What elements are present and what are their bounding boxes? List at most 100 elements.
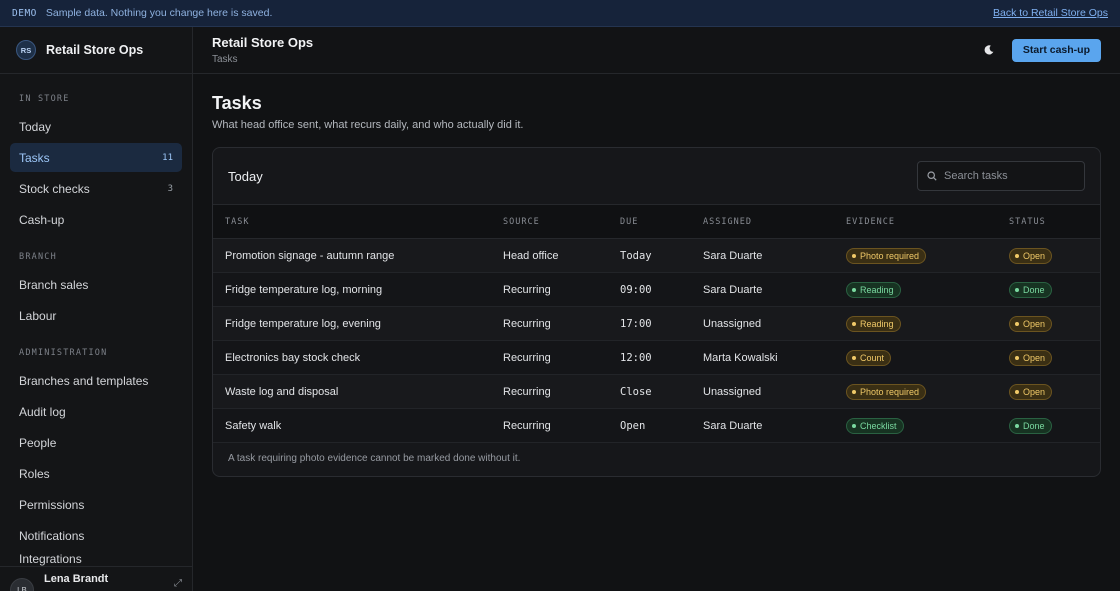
- user-profile[interactable]: LB Lena Brandt ⤢: [0, 566, 192, 591]
- task-cell: Safety walk: [225, 419, 282, 432]
- sidebar-item-label: Today: [19, 119, 52, 134]
- sidebar-item-notifications[interactable]: Notifications: [10, 521, 182, 550]
- sidebar-item-stock-checks[interactable]: Stock checks 3: [10, 174, 182, 203]
- evidence-cell: Reading: [834, 307, 997, 341]
- nav-section-heading: BRANCH: [19, 252, 57, 262]
- table-row[interactable]: Promotion signage - autumn range Head off…: [213, 238, 1100, 273]
- card-title: Today: [228, 168, 263, 184]
- status-dot-icon: [852, 355, 856, 360]
- brand-avatar: RS: [16, 40, 36, 60]
- evidence-badge: Checklist: [846, 417, 904, 434]
- status-badge: Done: [1009, 281, 1052, 298]
- sidebar-item-permissions[interactable]: Permissions: [10, 490, 182, 519]
- sidebar-item-labour[interactable]: Labour: [10, 301, 182, 330]
- sidebar-item-label: Stock checks: [19, 181, 90, 196]
- status-label: Open: [1023, 352, 1046, 363]
- sidebar-item-roles[interactable]: Roles: [10, 459, 182, 488]
- search-box[interactable]: [917, 161, 1085, 191]
- status-dot-icon: [852, 287, 856, 292]
- sidebar-item-tasks[interactable]: Tasks 11: [10, 143, 182, 172]
- evidence-badge: Photo required: [846, 383, 927, 400]
- table-header-row: TASK SOURCE DUE ASSIGNED EVIDENCE STATUS: [213, 204, 1100, 239]
- column-header-due[interactable]: DUE: [608, 204, 691, 239]
- user-name: Lena Brandt: [44, 573, 109, 585]
- sidebar-item-label: Branch sales: [19, 277, 89, 292]
- due-cell: 17:00: [620, 317, 652, 330]
- tasks-table: TASK SOURCE DUE ASSIGNED EVIDENCE STATUS Prom…: [213, 204, 1100, 443]
- page-title: Tasks: [212, 93, 262, 113]
- column-header-source[interactable]: SOURCE: [491, 204, 608, 239]
- table-row[interactable]: Waste log and disposal Recurring Close Unas…: [213, 374, 1100, 409]
- brand[interactable]: RS Retail Store Ops: [0, 27, 192, 74]
- task-cell: Fridge temperature log, evening: [225, 317, 381, 330]
- task-cell: Waste log and disposal: [225, 385, 339, 398]
- status-label: Open: [1023, 318, 1046, 329]
- status-cell: Done: [997, 409, 1100, 443]
- table-row[interactable]: Electronics bay stock check Recurring 12:0…: [213, 340, 1100, 375]
- status-label: Open: [1023, 386, 1046, 397]
- evidence-cell: Reading: [834, 273, 997, 307]
- table-row[interactable]: Safety walk Recurring Open Sara Duarte Check…: [213, 408, 1100, 443]
- due-cell: Close: [620, 385, 652, 398]
- assigned-cell: Unassigned: [703, 317, 762, 330]
- source-cell: Recurring: [503, 351, 551, 364]
- column-header-evidence[interactable]: EVIDENCE: [834, 204, 997, 239]
- card-header: Today: [213, 148, 1100, 204]
- status-badge: Open: [1009, 349, 1053, 366]
- status-cell: Open: [997, 239, 1100, 273]
- demo-banner-text: Sample data. Nothing you change here is …: [45, 7, 273, 19]
- sidebar-item-label: Tasks: [19, 150, 50, 165]
- status-dot-icon: [1015, 355, 1019, 360]
- sidebar-item-audit-log[interactable]: Audit log: [10, 397, 182, 426]
- task-cell: Electronics bay stock check: [225, 351, 361, 364]
- assigned-cell: Marta Kowalski: [703, 351, 778, 364]
- evidence-badge: Reading: [846, 315, 901, 332]
- header-breadcrumb: Tasks: [212, 54, 238, 65]
- top-header: Retail Store Ops Tasks Start cash-up: [193, 27, 1120, 74]
- source-cell: Head office: [503, 249, 559, 262]
- demo-banner: DEMO Sample data. Nothing you change her…: [0, 0, 1120, 27]
- column-header-assigned[interactable]: ASSIGNED: [691, 204, 834, 239]
- sidebar-item-label: Notifications: [19, 528, 85, 543]
- evidence-label: Photo required: [860, 250, 920, 261]
- sidebar-nav: IN STORE Today Tasks 11 Stock checks 3 Cash-up…: [0, 74, 192, 566]
- table-row[interactable]: Fridge temperature log, morning Recurring…: [213, 272, 1100, 307]
- start-cash-up-button[interactable]: Start cash-up: [1011, 38, 1101, 62]
- sidebar-item-label: People: [19, 435, 57, 450]
- search-icon: [927, 169, 937, 184]
- table-row[interactable]: Fridge temperature log, evening Recurring…: [213, 306, 1100, 341]
- evidence-label: Count: [860, 352, 885, 363]
- moon-icon[interactable]: [978, 39, 1000, 61]
- evidence-badge: Count: [846, 349, 892, 366]
- sidebar-item-branch-sales[interactable]: Branch sales: [10, 270, 182, 299]
- header-titles: Retail Store Ops Tasks: [212, 35, 313, 65]
- due-cell: Today: [620, 249, 652, 262]
- sidebar-item-count: 3: [167, 183, 173, 194]
- sidebar-item-label: Integrations: [19, 552, 82, 566]
- evidence-label: Reading: [860, 284, 894, 295]
- due-cell: Open: [620, 419, 646, 432]
- sidebar-item-branches-and-templates[interactable]: Branches and templates: [10, 366, 182, 395]
- status-cell: Open: [997, 341, 1100, 375]
- expand-icon[interactable]: ⤢: [174, 578, 182, 589]
- sidebar-item-today[interactable]: Today: [10, 112, 182, 141]
- brand-name: Retail Store Ops: [46, 43, 144, 57]
- column-header-task[interactable]: TASK: [213, 204, 491, 239]
- back-link[interactable]: Back to Retail Store Ops: [993, 7, 1108, 19]
- column-header-status[interactable]: STATUS: [997, 204, 1100, 239]
- evidence-cell: Photo required: [834, 375, 997, 409]
- status-dot-icon: [1015, 389, 1019, 394]
- assigned-cell: Sara Duarte: [703, 249, 763, 262]
- task-cell: Fridge temperature log, morning: [225, 283, 383, 296]
- nav-section-heading: ADMINISTRATION: [19, 348, 108, 358]
- sidebar-item-label: Roles: [19, 466, 50, 481]
- sidebar-item-people[interactable]: People: [10, 428, 182, 457]
- search-input[interactable]: [944, 170, 1074, 182]
- status-dot-icon: [852, 389, 856, 394]
- assigned-cell: Sara Duarte: [703, 283, 763, 296]
- status-badge: Open: [1009, 247, 1053, 264]
- sidebar-item-cash-up[interactable]: Cash-up: [10, 205, 182, 234]
- due-cell: 12:00: [620, 351, 652, 364]
- sidebar-item-integrations[interactable]: Integrations: [10, 552, 182, 566]
- source-cell: Recurring: [503, 419, 551, 432]
